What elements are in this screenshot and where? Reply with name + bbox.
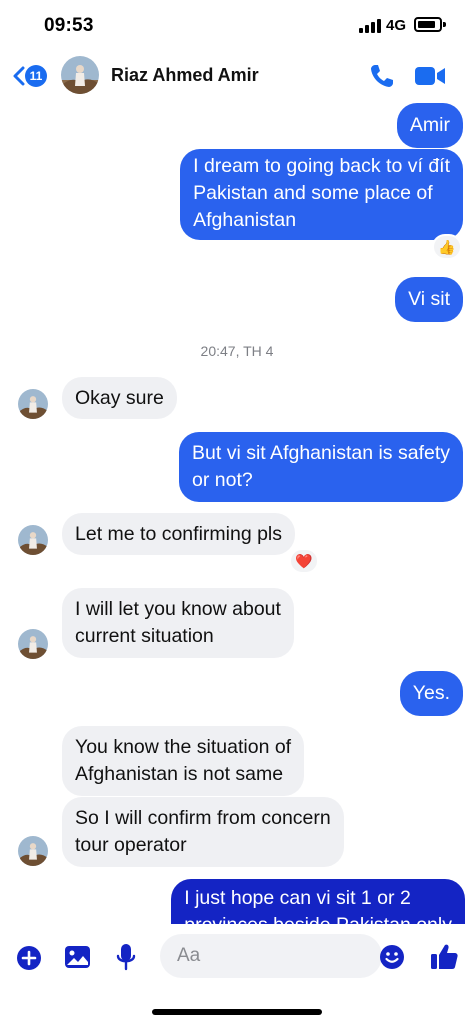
message-text-line: tour operator: [75, 834, 187, 856]
reaction-badge[interactable]: 👍: [432, 234, 462, 260]
emoji-icon[interactable]: [379, 944, 405, 970]
back-button[interactable]: 11: [12, 62, 52, 90]
message-input-placeholder: Aa: [177, 945, 201, 966]
status-time: 09:53: [44, 15, 94, 36]
message-bubble-outgoing[interactable]: But vi sit Afghanistan is safety or not?: [179, 432, 463, 502]
contact-avatar-small[interactable]: [18, 525, 48, 555]
message-input[interactable]: Aa: [160, 934, 382, 978]
status-bar: 09:53 4G: [0, 0, 474, 50]
message-bubble-outgoing[interactable]: Amir: [396, 103, 463, 148]
network-type: 4G: [386, 17, 407, 34]
plus-icon[interactable]: [16, 945, 42, 971]
contact-avatar-small[interactable]: [18, 836, 48, 866]
message-bubble-outgoing[interactable]: I dream to going back to ví đít Pakistan…: [180, 149, 463, 240]
message-text-line: Afghanistan: [193, 209, 297, 231]
message-text-line: I just hope can vi sit 1 or 2: [184, 887, 411, 909]
contact-avatar-small[interactable]: [18, 389, 48, 419]
heart-reaction-icon: ❤️: [295, 553, 313, 569]
message-text-line: or not?: [192, 469, 253, 491]
message-text-line: current situation: [75, 625, 214, 647]
message-bubble-incoming[interactable]: Let me to confirming pls: [62, 513, 296, 555]
thumbs-up-reaction-icon: 👍: [438, 239, 456, 255]
message-text-line: So I will confirm from concern: [75, 807, 331, 829]
battery-icon: [414, 17, 442, 32]
reaction-badge[interactable]: ❤️: [289, 548, 319, 574]
home-indicator[interactable]: [152, 1009, 322, 1015]
message-text-line: You know the situation of: [75, 736, 292, 758]
message-text: Let me to confirming pls: [75, 523, 283, 545]
contact-avatar-small[interactable]: [18, 629, 48, 659]
message-list[interactable]: Amir I dream to going back to ví đít Pak…: [0, 102, 474, 924]
message-text-line: provinces beside Pakistan only: [184, 912, 452, 924]
message-text-line: Afghanistan is not same: [75, 763, 284, 785]
contact-avatar[interactable]: [61, 56, 99, 94]
video-camera-icon[interactable]: [414, 65, 446, 87]
message-bubble-outgoing[interactable]: I just hope can vi sit 1 or 2 provinces …: [171, 879, 465, 924]
contact-name[interactable]: Riaz Ahmed Amir: [111, 65, 259, 86]
message-bubble-incoming[interactable]: I will let you know about current situat…: [62, 588, 294, 658]
message-composer: Aa: [0, 924, 474, 1024]
chevron-left-icon: [13, 66, 25, 86]
message-text-line: I dream to going back to ví đít: [193, 155, 450, 177]
unread-count-badge: 11: [25, 65, 47, 87]
message-text-line: But vi sit Afghanistan is safety: [192, 442, 450, 464]
message-text: Amir: [409, 114, 450, 136]
message-text: Vi sit: [408, 288, 450, 310]
message-text-line: Pakistan and some place of: [193, 182, 433, 204]
thumbs-up-icon[interactable]: [430, 942, 459, 971]
phone-icon[interactable]: [369, 63, 395, 89]
message-bubble-incoming[interactable]: You know the situation of Afghanistan is…: [62, 726, 305, 796]
message-bubble-incoming[interactable]: So I will confirm from concern tour oper…: [62, 797, 344, 867]
chat-header: 11 Riaz Ahmed Amir: [0, 52, 474, 102]
message-bubble-incoming[interactable]: Okay sure: [62, 377, 177, 419]
battery-tip: [443, 22, 446, 27]
message-text: Okay sure: [75, 387, 164, 409]
message-bubble-outgoing[interactable]: Yes.: [399, 671, 463, 716]
message-text-line: I will let you know about: [75, 598, 281, 620]
message-bubble-outgoing[interactable]: Vi sit: [395, 277, 463, 322]
microphone-icon[interactable]: [116, 943, 136, 971]
timestamp-separator: 20:47, TH 4: [200, 343, 274, 359]
signal-strength-icon: [359, 19, 381, 33]
photo-icon[interactable]: [64, 945, 91, 969]
message-text: Yes.: [412, 682, 450, 704]
